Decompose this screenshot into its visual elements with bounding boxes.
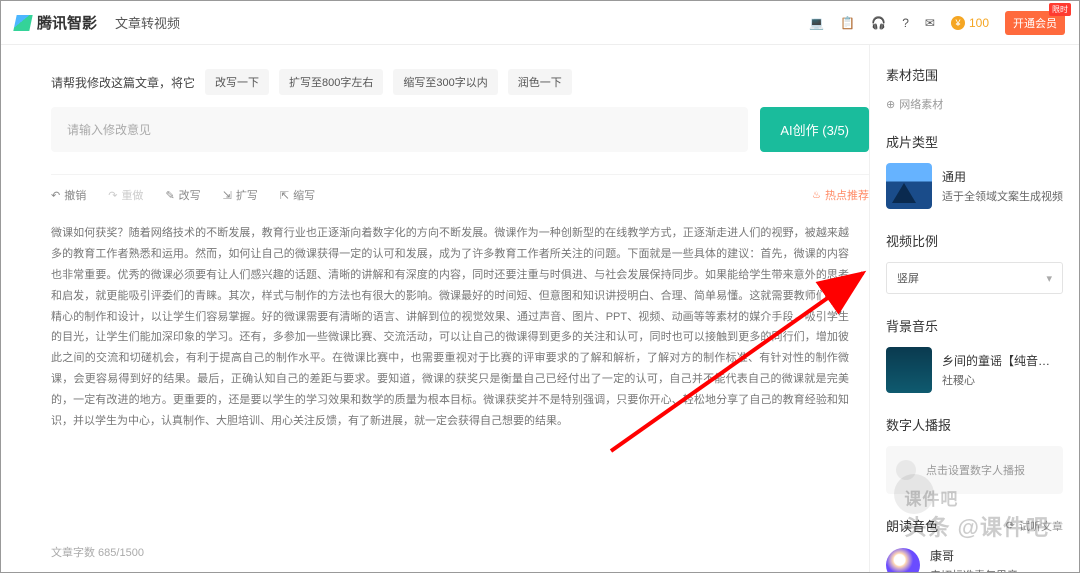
music-title: 背景音乐 bbox=[886, 316, 1063, 335]
chip-rewrite[interactable]: 改写一下 bbox=[205, 69, 269, 95]
ratio-title: 视频比例 bbox=[886, 231, 1063, 250]
word-count: 文章字数 685/1500 bbox=[51, 534, 869, 560]
top-right-tools: 💻 📋 🎧 ? ✉ ¥ 100 开通会员 bbox=[809, 11, 1065, 35]
watermark: 课件吧头条 @课件吧 bbox=[904, 485, 1049, 542]
edit-instruction-input[interactable]: 请输入修改意见 bbox=[51, 107, 748, 152]
undo-button[interactable]: ↶撤销 bbox=[51, 187, 86, 203]
ai-create-button[interactable]: AI创作 (3/5) bbox=[760, 107, 869, 152]
redo-icon: ↷ bbox=[108, 189, 117, 202]
message-icon[interactable]: ✉ bbox=[925, 16, 935, 30]
device-icon[interactable]: 💻 bbox=[809, 16, 824, 30]
shorten-button[interactable]: ⇱缩写 bbox=[280, 187, 315, 203]
prompt-leading: 请帮我修改这篇文章，将它 bbox=[51, 74, 195, 91]
hot-recommend[interactable]: ♨ 热点推荐 bbox=[812, 187, 869, 203]
music-name: 乡间的童谣【纯音… bbox=[942, 352, 1050, 369]
template-card[interactable]: 通用 适于全领域文案生成视频 bbox=[886, 163, 1063, 209]
editor-pane: 请帮我修改这篇文章，将它 改写一下 扩写至800字左右 缩写至300字以内 润色… bbox=[1, 45, 869, 572]
voice-name: 康哥 bbox=[930, 547, 1018, 564]
tasks-icon[interactable]: 📋 bbox=[840, 16, 855, 30]
chip-shorten[interactable]: 缩写至300字以内 bbox=[393, 69, 497, 95]
coin-count: 100 bbox=[969, 16, 989, 30]
template-desc: 适于全领域文案生成视频 bbox=[942, 188, 1063, 204]
voice-desc: 亲切标准青年男音 bbox=[930, 567, 1018, 572]
rewrite-button[interactable]: ✎改写 bbox=[165, 187, 200, 203]
pen-icon: ✎ bbox=[165, 189, 174, 202]
coin-balance[interactable]: ¥ 100 bbox=[951, 16, 989, 30]
compress-icon: ⇱ bbox=[280, 189, 289, 202]
logo-mark-icon bbox=[13, 15, 32, 31]
article-body[interactable]: 微课如何获奖？随着网络技术的不断发展，教育行业也正逐渐向着数字化的方向不断发展。… bbox=[51, 223, 869, 432]
vip-button[interactable]: 开通会员 bbox=[1005, 11, 1065, 35]
undo-icon: ↶ bbox=[51, 189, 60, 202]
page-title: 文章转视频 bbox=[115, 13, 180, 32]
template-title: 成片类型 bbox=[886, 132, 1063, 151]
editor-toolbar: ↶撤销 ↷重做 ✎改写 ⇲扩写 ⇱缩写 ♨ 热点推荐 bbox=[51, 174, 869, 209]
template-thumb-icon bbox=[886, 163, 932, 209]
headset-icon[interactable]: 🎧 bbox=[871, 16, 886, 30]
coin-icon: ¥ bbox=[951, 16, 965, 30]
flame-icon: ♨ bbox=[812, 190, 821, 201]
chip-polish[interactable]: 润色一下 bbox=[508, 69, 572, 95]
music-artist: 社稷心 bbox=[942, 372, 1050, 388]
topbar: 腾讯智影 文章转视频 💻 📋 🎧 ? ✉ ¥ 100 开通会员 bbox=[1, 1, 1079, 45]
input-row: 请输入修改意见 AI创作 (3/5) bbox=[51, 107, 869, 152]
chip-expand[interactable]: 扩写至800字左右 bbox=[279, 69, 383, 95]
brand-logo[interactable]: 腾讯智影 bbox=[15, 12, 97, 33]
voice-card[interactable]: 康哥 亲切标准青年男音 bbox=[886, 547, 1063, 572]
material-link[interactable]: ⊕ 网络素材 bbox=[886, 96, 1063, 112]
template-name: 通用 bbox=[942, 168, 1063, 185]
globe-icon: ⊕ bbox=[886, 98, 895, 111]
prompt-row: 请帮我修改这篇文章，将它 改写一下 扩写至800字左右 缩写至300字以内 润色… bbox=[51, 69, 869, 95]
music-thumb-icon bbox=[886, 347, 932, 393]
avatar-title: 数字人播报 bbox=[886, 415, 1063, 434]
voice-avatar-icon bbox=[886, 548, 920, 572]
brand-text: 腾讯智影 bbox=[37, 12, 97, 33]
music-card[interactable]: 乡间的童谣【纯音… 社稷心 bbox=[886, 347, 1063, 393]
ratio-select[interactable]: 竖屏 bbox=[886, 262, 1063, 294]
expand-button[interactable]: ⇲扩写 bbox=[223, 187, 258, 203]
help-icon[interactable]: ? bbox=[902, 16, 909, 30]
expand-icon: ⇲ bbox=[223, 189, 232, 202]
redo-button[interactable]: ↷重做 bbox=[108, 187, 143, 203]
material-title: 素材范围 bbox=[886, 65, 1063, 84]
